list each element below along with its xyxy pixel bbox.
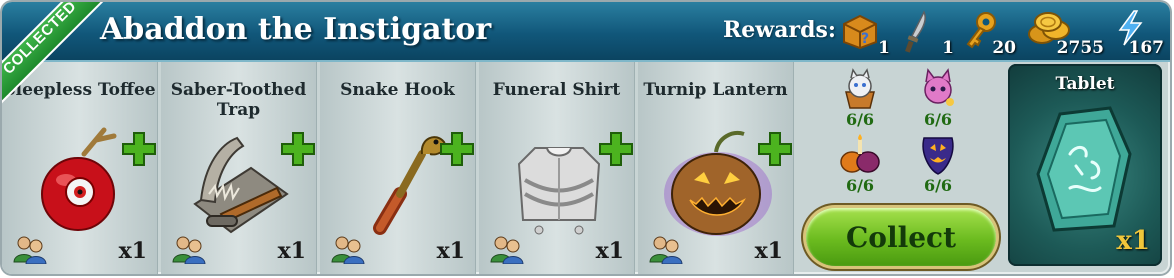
add-item-icon[interactable] bbox=[120, 130, 158, 168]
reward-golden-key: 20 bbox=[964, 8, 1016, 58]
result-name: Tablet bbox=[1055, 74, 1115, 94]
reward-count: 1 bbox=[942, 38, 954, 58]
item-quantity: x1 bbox=[595, 238, 624, 264]
dagger-icon bbox=[905, 10, 927, 53]
reward-energy: 167 bbox=[1116, 8, 1164, 58]
candle-pumpkins-icon bbox=[840, 134, 880, 173]
add-item-icon[interactable] bbox=[438, 130, 476, 168]
reward-count: 2755 bbox=[1056, 38, 1104, 58]
add-item-icon[interactable] bbox=[597, 130, 635, 168]
mystery-chest-icon: ? bbox=[843, 14, 877, 50]
item-slot[interactable]: Turnip Lantern x1 bbox=[638, 62, 794, 274]
item-slot[interactable]: Funeral Shirt x1 bbox=[479, 62, 635, 274]
ingredient-progress: 6/6 bbox=[923, 110, 953, 129]
ingredient-progress: 6/6 bbox=[845, 110, 875, 129]
ingredient-progress: 6/6 bbox=[845, 176, 875, 195]
ingredient-item: 6/6 bbox=[830, 132, 890, 198]
ingredient-progress: 6/6 bbox=[923, 176, 953, 195]
ingredient-item: 6/6 bbox=[830, 66, 890, 132]
rewards-label: Rewards: bbox=[723, 17, 836, 43]
item-name: Funeral Shirt bbox=[492, 80, 621, 100]
cat-cupcake-icon bbox=[845, 68, 875, 109]
item-name: Snake Hook bbox=[340, 80, 455, 100]
pumpkin-pick-icon bbox=[922, 137, 954, 175]
ingredient-item: 6/6 bbox=[908, 132, 968, 198]
header-bar: Abaddon the Instigator Rewards: ? 1 1 20… bbox=[2, 2, 1170, 62]
collect-button[interactable]: Collect bbox=[806, 208, 996, 266]
pink-cat-icon bbox=[924, 68, 954, 106]
ingredient-grid: 6/6 6/6 6/6 6/6 bbox=[830, 66, 970, 206]
item-name: Turnip Lantern bbox=[643, 80, 788, 100]
svg-text:?: ? bbox=[861, 31, 869, 47]
reward-gold-coins: 2755 bbox=[1026, 8, 1104, 58]
item-name: Sleepless Toffee bbox=[3, 80, 156, 100]
item-list: Sleepless Toffee x1 Saber-Toothed Trap x… bbox=[2, 62, 797, 274]
reward-mystery-chest: ? 1 bbox=[840, 8, 890, 58]
item-slot[interactable]: Snake Hook x1 bbox=[320, 62, 476, 274]
ask-friends-icon[interactable] bbox=[330, 234, 366, 264]
ingredient-item: 6/6 bbox=[908, 66, 968, 132]
reward-count: 167 bbox=[1128, 38, 1165, 58]
item-quantity: x1 bbox=[754, 238, 783, 264]
item-name: Saber-Toothed Trap bbox=[170, 80, 307, 120]
result-tablet-card: Tablet x1 bbox=[1008, 64, 1162, 266]
collection-panel: Abaddon the Instigator Rewards: ? 1 1 20… bbox=[2, 2, 1170, 274]
collection-title: Abaddon the Instigator bbox=[100, 12, 492, 47]
ask-friends-icon[interactable] bbox=[648, 234, 684, 264]
ask-friends-icon[interactable] bbox=[12, 234, 48, 264]
item-quantity: x1 bbox=[277, 238, 306, 264]
add-item-icon[interactable] bbox=[279, 130, 317, 168]
ask-friends-icon[interactable] bbox=[489, 234, 525, 264]
item-quantity: x1 bbox=[436, 238, 465, 264]
reward-dagger: 1 bbox=[902, 8, 954, 58]
result-quantity: x1 bbox=[1116, 226, 1150, 256]
item-slot[interactable]: Sleepless Toffee x1 bbox=[2, 62, 158, 274]
ask-friends-icon[interactable] bbox=[171, 234, 207, 264]
item-slot[interactable]: Saber-Toothed Trap x1 bbox=[161, 62, 317, 274]
rune-tablet-icon bbox=[1036, 106, 1132, 232]
item-quantity: x1 bbox=[118, 238, 147, 264]
reward-count: 20 bbox=[992, 38, 1016, 58]
reward-count: 1 bbox=[878, 38, 890, 58]
add-item-icon[interactable] bbox=[756, 130, 794, 168]
